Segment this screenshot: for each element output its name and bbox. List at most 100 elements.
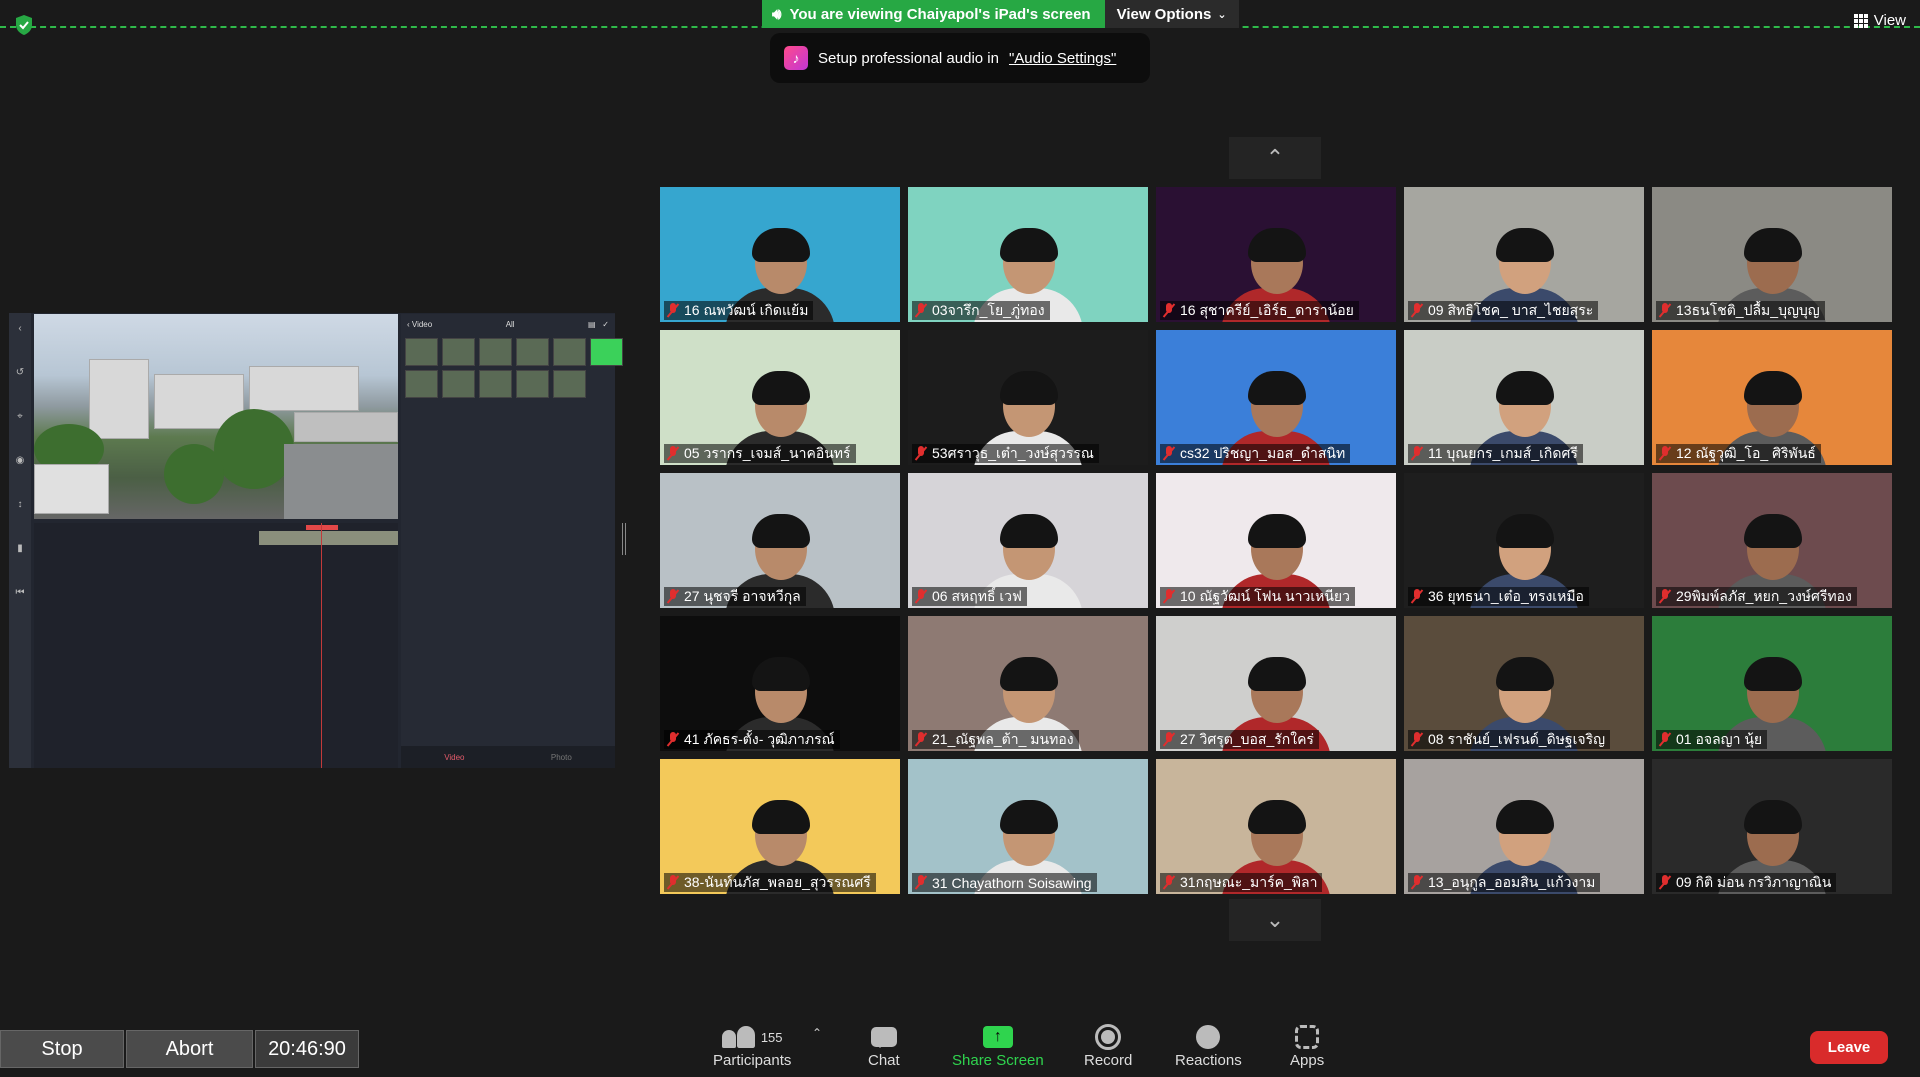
participants-icon xyxy=(721,1026,755,1048)
reactions-button[interactable]: Reactions xyxy=(1175,1022,1242,1069)
stop-recording-button[interactable]: Stop xyxy=(0,1030,124,1068)
participant-tile[interactable]: 41 ภัคธร-ตั้ง- วุฒิภาภรณ์ xyxy=(660,616,900,751)
participant-tile[interactable]: 11 บุณยกร_เกมส์_เกิดศรี xyxy=(1404,330,1644,465)
mic-muted-icon xyxy=(915,446,927,461)
timeline-track[interactable] xyxy=(34,523,398,768)
media-thumb[interactable] xyxy=(479,338,512,366)
chat-button[interactable]: Chat xyxy=(868,1022,900,1069)
participant-name-tag: 16 ณพวัฒน์ เกิดแย้ม xyxy=(664,301,814,320)
target-icon[interactable]: ◉ xyxy=(16,455,25,466)
media-filter[interactable]: All xyxy=(506,320,515,329)
grid-icon xyxy=(1853,13,1868,28)
participant-name-tag: 41 ภัคธร-ตั้ง- วุฒิภาภรณ์ xyxy=(664,730,840,749)
participant-tile[interactable]: 03จารึก_โย_ภู่ทอง xyxy=(908,187,1148,322)
adjust-icon[interactable]: ↕ xyxy=(18,499,23,510)
mic-muted-icon xyxy=(667,303,679,318)
participant-name: 38-นันท์นภัส_พลอย_สุวรรณศรี xyxy=(684,873,871,890)
participants-button[interactable]: 155 Participants xyxy=(713,1022,791,1069)
split-icon[interactable]: ▮ xyxy=(17,543,23,554)
media-thumb[interactable] xyxy=(516,370,549,398)
media-thumb[interactable] xyxy=(442,338,475,366)
split-divider-handle[interactable] xyxy=(622,523,626,555)
audio-settings-link[interactable]: "Audio Settings" xyxy=(1009,50,1116,67)
participant-name-tag: 10 ณัฐวัฒน์ โฟน นาวเหนียว xyxy=(1160,587,1355,606)
participant-tile[interactable]: 13_อนุกูล_ออมสิน_แก้วงาม xyxy=(1404,759,1644,894)
apps-button[interactable]: Apps xyxy=(1290,1022,1324,1069)
participants-label: Participants xyxy=(713,1052,792,1069)
playhead[interactable] xyxy=(321,523,322,768)
participant-tile[interactable]: 36 ยุทธนา_เต๋อ_ทรงเหมือ xyxy=(1404,473,1644,608)
viewing-text: You are viewing Chaiyapol's iPad's scree… xyxy=(789,5,1091,23)
record-button[interactable]: Record xyxy=(1084,1022,1132,1069)
participant-tile[interactable]: 27 วิศรุต_บอส_รักใคร่ xyxy=(1156,616,1396,751)
participant-name: 31 Chayathorn Soisawing xyxy=(932,874,1092,891)
timeline-clips[interactable] xyxy=(259,531,398,545)
undo-icon[interactable]: ↺ xyxy=(16,367,24,378)
view-options-button[interactable]: View Options ⌄ xyxy=(1104,0,1239,28)
participant-tile[interactable]: 27 นุชจรี อาจหวีกุล xyxy=(660,473,900,608)
mic-muted-icon xyxy=(667,875,679,890)
media-thumb[interactable] xyxy=(553,370,586,398)
mic-muted-icon xyxy=(1411,446,1423,461)
participant-name-tag: 31กฤษณะ_มาร์ค_พิลา xyxy=(1160,873,1323,892)
participant-tile[interactable]: 05 วรากร_เจมส์_นาคอินทร์ xyxy=(660,330,900,465)
mic-muted-icon xyxy=(915,303,927,318)
participant-tile[interactable]: 31 Chayathorn Soisawing xyxy=(908,759,1148,894)
media-thumb[interactable] xyxy=(442,370,475,398)
participant-tile[interactable]: 01 อจลญา นุ้ย xyxy=(1652,616,1892,751)
participant-tile[interactable]: 38-นันท์นภัส_พลอย_สุวรรณศรี xyxy=(660,759,900,894)
participant-name-tag: 38-นันท์นภัส_พลอย_สุวรรณศรี xyxy=(664,873,876,892)
participant-tile[interactable]: 29พิมพ์ลภัส_หยก_วงษ์ศรีทอง xyxy=(1652,473,1892,608)
participant-tile[interactable]: 08 ราชันย์_เฟรนด์_ดิษฐเจริญ xyxy=(1404,616,1644,751)
participant-tile[interactable]: 09 สิทธิโชค_ บาส_ไชยสุระ xyxy=(1404,187,1644,322)
share-screen-button[interactable]: ↑ Share Screen xyxy=(952,1022,1044,1069)
crop-icon[interactable]: ⌖ xyxy=(17,411,23,422)
participant-name-tag: 09 สิทธิโชค_ บาส_ไชยสุระ xyxy=(1408,301,1599,320)
gallery-next-page-button[interactable]: ⌄ xyxy=(1229,899,1321,941)
participant-tile[interactable]: 31กฤษณะ_มาร์ค_พิลา xyxy=(1156,759,1396,894)
participant-tile[interactable]: 53ศราวุธ_เต๋า_วงษ์สุวรรณ xyxy=(908,330,1148,465)
media-thumb-selected[interactable] xyxy=(590,338,623,366)
participant-tile[interactable]: 16 ณพวัฒน์ เกิดแย้ม xyxy=(660,187,900,322)
participant-tile[interactable]: 06 สหฤทธิ์ เวฟ xyxy=(908,473,1148,608)
participant-tile[interactable]: cs32 ปริชญา_มอส_ดำสนิท xyxy=(1156,330,1396,465)
participant-tile[interactable]: 13ธนโชติ_ปลื้ม_บุญบุญ xyxy=(1652,187,1892,322)
shared-screen: ‹ ↺ ⌖ ◉ ↕ ▮ ⏮ ‹ Video All ▤ ✓ Video Phot… xyxy=(9,313,623,768)
participant-tile[interactable]: 09 กิติ ม่อน กรวิภาญาณิน xyxy=(1652,759,1892,894)
record-label: Record xyxy=(1084,1052,1133,1069)
mic-muted-icon xyxy=(915,732,927,747)
media-thumb[interactable] xyxy=(516,338,549,366)
gallery-view-button[interactable]: View xyxy=(1853,12,1906,29)
participant-name-tag: 12 ณัฐวุฒิ_โอ_ ศิริพันธ์ xyxy=(1656,444,1821,463)
participant-tile[interactable]: 12 ณัฐวุฒิ_โอ_ ศิริพันธ์ xyxy=(1652,330,1892,465)
participant-tile[interactable]: 16 สุชาครีย์_เอิร์ธ_ดาราน้อย xyxy=(1156,187,1396,322)
mic-muted-icon xyxy=(667,589,679,604)
tab-photo[interactable]: Photo xyxy=(551,753,572,762)
tab-video[interactable]: Video xyxy=(444,753,464,762)
participant-name: 29พิมพ์ลภัส_หยก_วงษ์ศรีทอง xyxy=(1676,587,1852,604)
participant-name-tag: 05 วรากร_เจมส์_นาคอินทร์ xyxy=(664,444,856,463)
participant-tile[interactable]: 21_ณัฐพล_ต้า_ มนทอง xyxy=(908,616,1148,751)
participants-caret-icon[interactable]: ⌃ xyxy=(812,1026,822,1040)
participant-name-tag: 06 สหฤทธิ์ เวฟ xyxy=(912,587,1027,606)
skip-start-icon[interactable]: ⏮ xyxy=(16,587,25,598)
gallery-prev-page-button[interactable]: ⌃ xyxy=(1229,137,1321,179)
abort-recording-button[interactable]: Abort xyxy=(126,1030,253,1068)
leave-button[interactable]: Leave xyxy=(1810,1031,1888,1064)
back-icon[interactable]: ‹ xyxy=(18,323,21,334)
security-shield-icon[interactable] xyxy=(14,14,34,36)
check-icon[interactable]: ✓ xyxy=(602,320,609,329)
media-thumb[interactable] xyxy=(405,370,438,398)
delete-icon[interactable]: ▤ xyxy=(588,320,596,329)
media-thumb[interactable] xyxy=(405,338,438,366)
participant-name-tag: 16 สุชาครีย์_เอิร์ธ_ดาราน้อย xyxy=(1160,301,1359,320)
media-thumb[interactable] xyxy=(479,370,512,398)
mic-muted-icon xyxy=(1659,732,1671,747)
chevron-down-icon: ⌄ xyxy=(1217,8,1227,21)
media-thumb[interactable] xyxy=(553,338,586,366)
participant-name-tag: 31 Chayathorn Soisawing xyxy=(912,873,1097,892)
participant-tile[interactable]: 10 ณัฐวัฒน์ โฟน นาวเหนียว xyxy=(1156,473,1396,608)
share-screen-icon: ↑ xyxy=(982,1026,1013,1048)
reactions-label: Reactions xyxy=(1175,1052,1242,1069)
media-back-button[interactable]: ‹ Video xyxy=(407,320,432,329)
